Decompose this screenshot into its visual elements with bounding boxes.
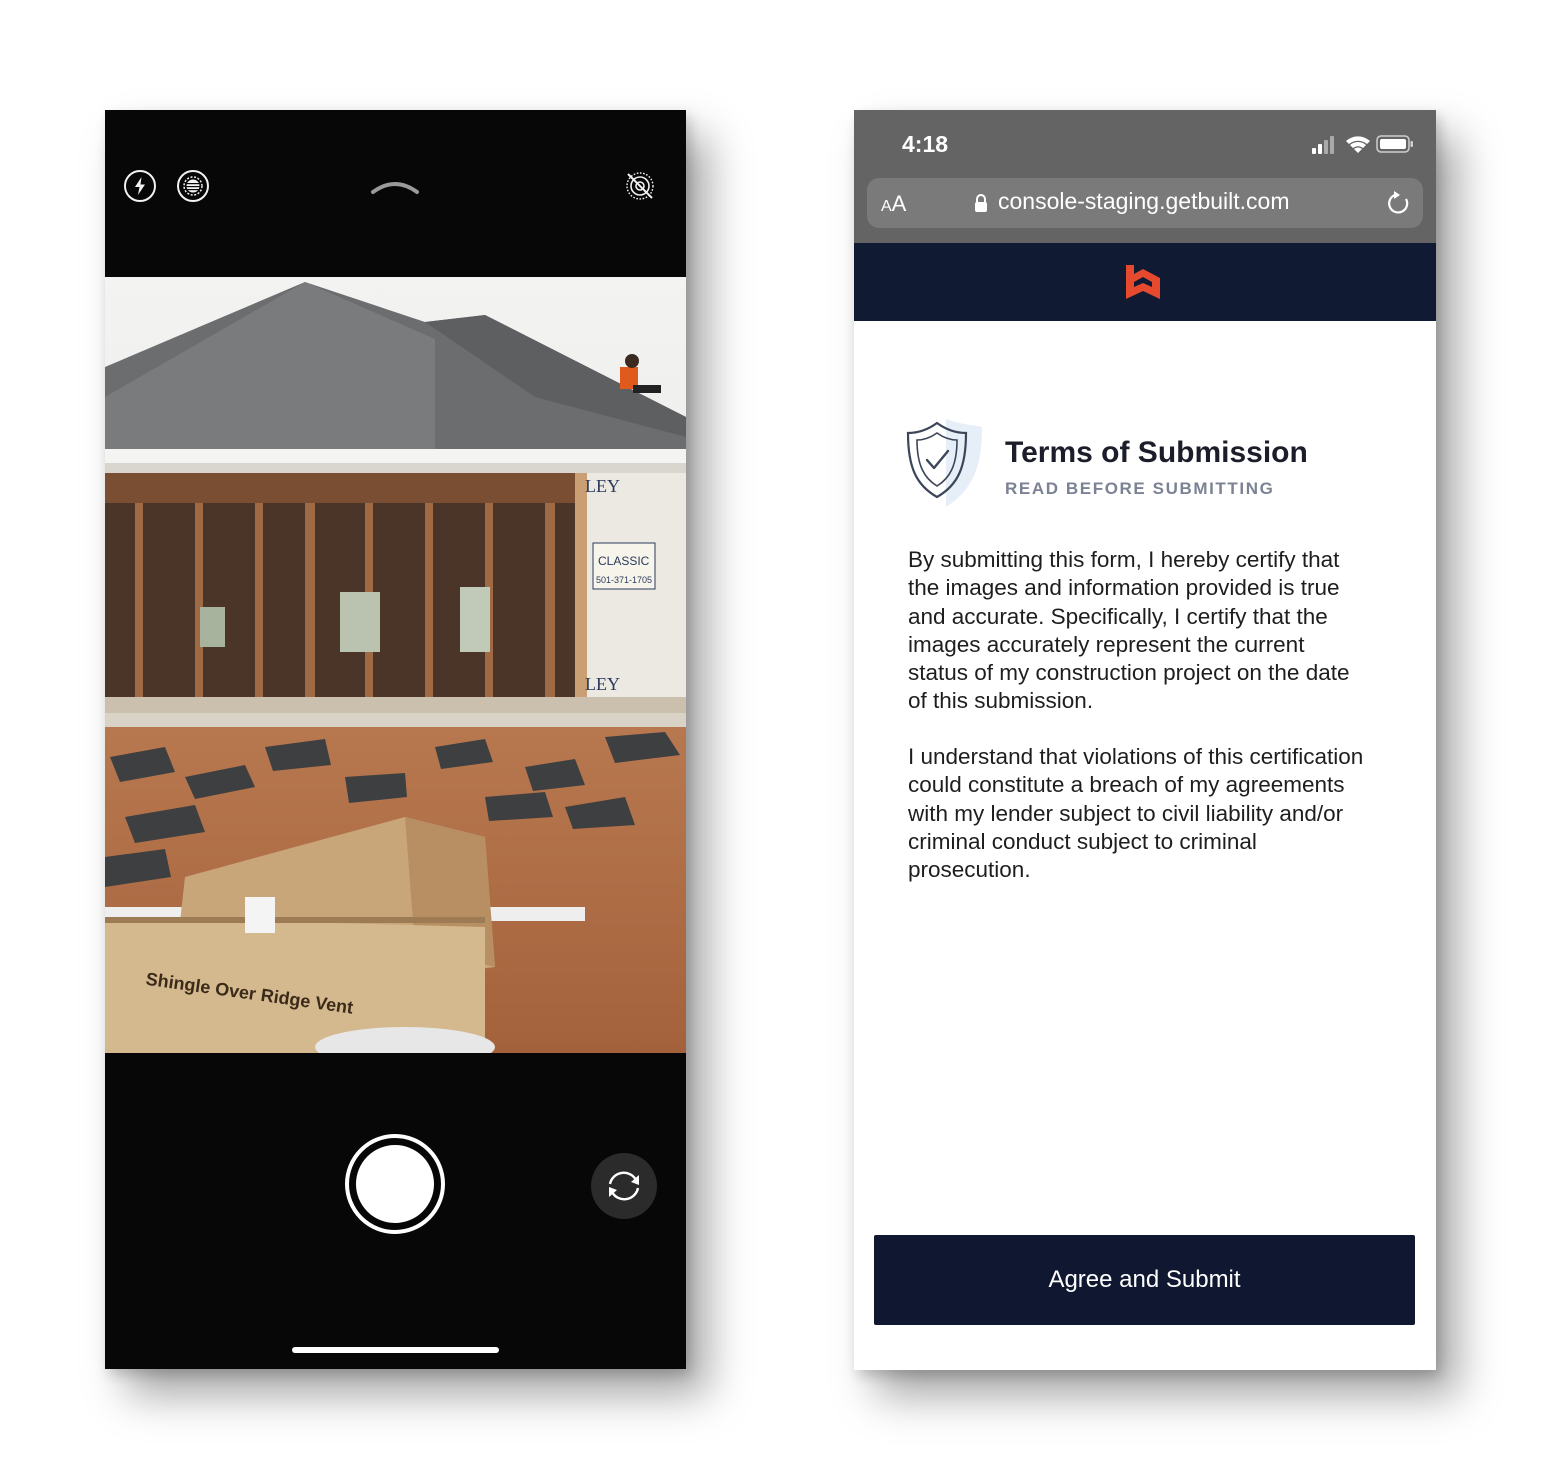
flip-camera-icon[interactable] [591, 1153, 657, 1219]
svg-text:CLASSIC: CLASSIC [598, 554, 650, 568]
svg-text:LEY: LEY [585, 476, 620, 496]
terms-title: Terms of Submission [1005, 436, 1308, 469]
construction-site-photo: LEY LEY CLASSIC 501-371-1705 Shingle Ove… [105, 277, 686, 1053]
status-icons [1312, 135, 1413, 154]
browser-screen: 4:18 AA console-staging.getbuilt.com Ter… [854, 110, 1436, 1370]
live-photo-off-icon[interactable] [624, 170, 656, 202]
live-photo-icon[interactable] [177, 170, 209, 202]
text-size-button[interactable]: AA [881, 191, 906, 217]
status-time: 4:18 [902, 131, 949, 157]
home-indicator [292, 1347, 499, 1353]
camera-viewfinder: LEY LEY CLASSIC 501-371-1705 Shingle Ove… [105, 277, 686, 1053]
reload-icon[interactable] [1386, 190, 1412, 216]
text-size-label-small: A [881, 198, 892, 215]
terms-paragraph: I understand that violations of this cer… [908, 744, 1364, 883]
brand-header [854, 243, 1436, 321]
svg-text:LEY: LEY [585, 674, 620, 694]
terms-subtitle: READ BEFORE SUBMITTING [1005, 479, 1275, 498]
camera-screen: LEY LEY CLASSIC 501-371-1705 Shingle Ove… [105, 110, 686, 1369]
shutter-button[interactable] [345, 1134, 445, 1234]
shield-check-icon [906, 419, 982, 507]
agree-and-submit-button[interactable]: Agree and Submit [874, 1235, 1415, 1325]
battery-icon [1376, 135, 1413, 153]
flash-icon[interactable] [124, 170, 156, 202]
built-logo-icon [1126, 265, 1160, 299]
wifi-icon [1346, 136, 1370, 153]
svg-text:501-371-1705: 501-371-1705 [596, 575, 652, 585]
text-size-label-large: A [891, 191, 907, 216]
browser-chrome: 4:18 AA console-staging.getbuilt.com [854, 110, 1436, 243]
lock-icon [975, 194, 987, 212]
terms-paragraph: By submitting this form, I hereby certif… [908, 547, 1350, 714]
address-bar[interactable]: AA console-staging.getbuilt.com [867, 178, 1423, 228]
chevron-up-icon[interactable] [370, 176, 420, 196]
url-text[interactable]: console-staging.getbuilt.com [998, 188, 1290, 215]
cellular-signal-icon [1312, 136, 1334, 154]
